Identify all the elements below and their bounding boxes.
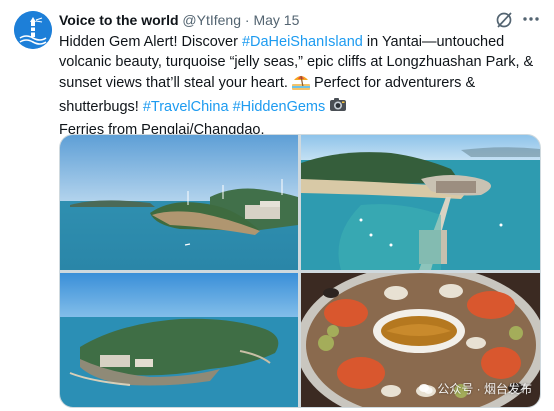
- display-name[interactable]: Voice to the world: [59, 12, 179, 28]
- text-segment: Perfect for adventurers &: [309, 75, 476, 91]
- avatar[interactable]: [14, 11, 52, 49]
- tweet-line-2: volcanic beauty, turquoise “jelly seas,”…: [59, 54, 534, 70]
- watermark-text: 公众号 · 烟台发布: [437, 382, 532, 396]
- wechat-icon: [419, 383, 434, 394]
- text-segment: sunset views that’ll steal your heart.: [59, 75, 292, 91]
- tweet-line-1: Hidden Gem Alert! Discover #DaHeiShanIsl…: [59, 32, 547, 52]
- tweet-line-4: shutterbugs! #TravelChina #HiddenGems: [59, 96, 547, 120]
- island-coast-aerial-photo[interactable]: [60, 135, 298, 270]
- text-segment: shutterbugs!: [59, 99, 143, 115]
- text-segment: in Yantai—untouched: [362, 34, 505, 50]
- hashtag-travelchina[interactable]: #TravelChina: [143, 99, 229, 115]
- island-top-aerial-photo[interactable]: [60, 273, 298, 407]
- header-separator: ·: [244, 12, 250, 28]
- tweet-date[interactable]: May 15: [253, 12, 299, 28]
- tweet-header: Voice to the world @YtIfeng · May 15: [59, 11, 514, 29]
- hashtag-daheishanisland[interactable]: #DaHeiShanIsland: [242, 34, 363, 50]
- tweet-text: Hidden Gem Alert! Discover #DaHeiShanIsl…: [59, 32, 547, 140]
- image-watermark: 公众号 · 烟台发布: [419, 380, 532, 397]
- camera-icon: [329, 96, 347, 120]
- grok-icon[interactable]: [495, 11, 515, 29]
- seafood-platter-photo[interactable]: 公众号 · 烟台发布: [301, 273, 540, 407]
- hashtag-hiddengems[interactable]: #HiddenGems: [233, 99, 326, 115]
- tweet-line-3: sunset views that’ll steal your heart. P…: [59, 72, 547, 96]
- text-segment: Hidden Gem Alert! Discover: [59, 34, 242, 50]
- beach-umbrella-icon: [291, 72, 310, 96]
- media-grid: 公众号 · 烟台发布: [59, 134, 541, 408]
- pier-harbor-aerial-photo[interactable]: [301, 135, 540, 270]
- user-handle[interactable]: @YtIfeng: [182, 12, 241, 28]
- lighthouse-logo-icon: [14, 11, 52, 49]
- more-options-icon[interactable]: [521, 10, 541, 28]
